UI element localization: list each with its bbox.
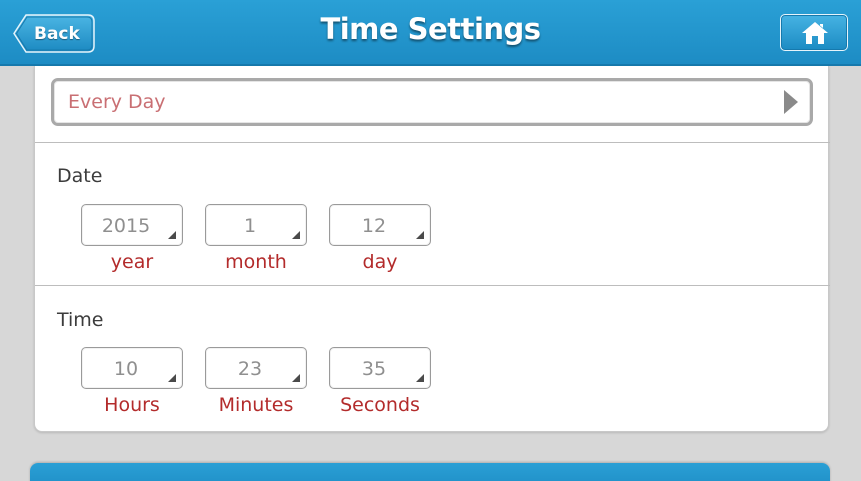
minutes-caption: Minutes (218, 394, 294, 416)
year-spinner[interactable]: 2015 (81, 204, 183, 246)
repeat-selector[interactable]: Every Day (51, 78, 813, 126)
home-icon (802, 22, 828, 44)
month-value: 1 (243, 215, 257, 237)
time-settings-screen: Back Time Settings Every Day Date 2015 1 (0, 0, 861, 481)
settings-card: Every Day Date 2015 1 12 year month day … (34, 66, 830, 432)
date-section-label: Date (57, 165, 103, 187)
header-bar: Back Time Settings (0, 0, 861, 66)
divider (35, 142, 830, 143)
seconds-caption: Seconds (340, 394, 420, 416)
day-spinner[interactable]: 12 (329, 204, 431, 246)
corner-triangle-icon (292, 374, 300, 382)
corner-triangle-icon (168, 374, 176, 382)
hours-value: 10 (113, 358, 139, 380)
repeat-value: Every Day (68, 91, 166, 113)
corner-triangle-icon (416, 231, 424, 239)
minutes-spinner[interactable]: 23 (205, 347, 307, 389)
month-spinner[interactable]: 1 (205, 204, 307, 246)
corner-triangle-icon (416, 374, 424, 382)
bottom-action-bar[interactable] (30, 463, 830, 481)
month-caption: month (225, 251, 287, 273)
day-caption: day (362, 251, 398, 273)
play-arrow-icon (784, 90, 798, 114)
time-section-label: Time (57, 309, 104, 331)
corner-triangle-icon (292, 231, 300, 239)
corner-triangle-icon (168, 231, 176, 239)
minutes-value: 23 (237, 358, 263, 380)
page-title: Time Settings (320, 12, 541, 46)
divider (35, 285, 830, 286)
home-button[interactable] (780, 14, 848, 51)
hours-caption: Hours (104, 394, 160, 416)
year-value: 2015 (101, 215, 151, 237)
day-value: 12 (361, 215, 387, 237)
hours-spinner[interactable]: 10 (81, 347, 183, 389)
seconds-spinner[interactable]: 35 (329, 347, 431, 389)
seconds-value: 35 (361, 358, 387, 380)
year-caption: year (110, 251, 154, 273)
